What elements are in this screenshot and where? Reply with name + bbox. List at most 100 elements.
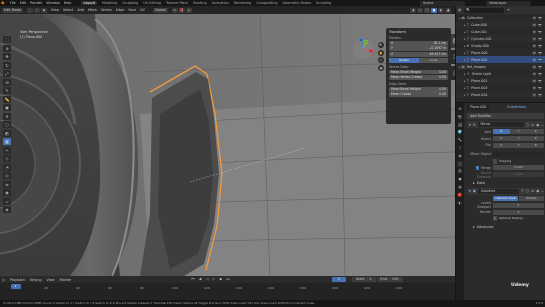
eye-icon[interactable]: 👁 [532, 79, 536, 83]
jump-start-icon[interactable]: ⏮ [190, 277, 196, 282]
mean-edge-bevel-field[interactable]: Mean Bevel Weight 0.00 [389, 86, 448, 92]
menu-file[interactable]: File [10, 1, 16, 5]
current-frame-field[interactable]: 1 [332, 277, 346, 282]
camera-icon[interactable]: 📷 [538, 65, 542, 69]
outliner-item[interactable]: ▸ ☀ Shield Light 👁 📷 [456, 70, 545, 77]
workspace-tab-rendering[interactable]: Rendering [234, 1, 251, 5]
camera-view-icon[interactable]: 🎥 [378, 57, 384, 63]
blender-logo-icon[interactable]: ◆ [1, 1, 7, 6]
optimal-display-checkbox[interactable]: ✓ [493, 216, 497, 222]
menu-face[interactable]: Face [128, 8, 136, 12]
properties-tab-world-icon[interactable]: ▽ [457, 145, 463, 151]
expand-arrow-icon[interactable]: ▸ [464, 30, 466, 34]
workspace-tab-uv-editing[interactable]: UV Editing [143, 1, 161, 5]
timeline-editor-icon[interactable]: ◷ [2, 278, 5, 282]
properties-tab-render-icon[interactable]: 📷 [457, 114, 463, 120]
camera-icon[interactable]: 📷 [538, 79, 542, 83]
scene-selector[interactable]: Scene [420, 0, 465, 6]
mode-selector[interactable]: Edit Mode [2, 7, 23, 13]
axis-x-toggle[interactable]: X [493, 129, 510, 135]
end-frame-field[interactable]: End 250 [376, 277, 403, 282]
proportional-edit-icon[interactable]: ◎ [185, 7, 192, 13]
expand-arrow-icon[interactable]: ▸ [464, 37, 466, 41]
navigation-gizmo[interactable]: X Y Z [352, 38, 374, 60]
camera-icon[interactable]: 📷 [538, 16, 542, 20]
outliner-item[interactable]: ▸ ▽ Plane.000 👁 📷 [456, 49, 545, 56]
menu-help[interactable]: Help [64, 1, 72, 5]
properties-tab-view-layer-icon[interactable]: 🌍 [457, 129, 463, 135]
outliner-item[interactable]: ▸ ▽ Plane.003 👁 📷 [456, 84, 545, 91]
menu-keying[interactable]: Keying [30, 278, 41, 282]
eye-icon[interactable]: 👁 [532, 44, 536, 48]
outliner-item[interactable]: ▸ ▽ Cube.001 👁 📷 [456, 28, 545, 35]
properties-tab-modifier-icon[interactable]: ⚛ [457, 160, 463, 167]
tool-smooth-icon[interactable]: ◎ [3, 172, 11, 179]
camera-icon[interactable]: 📷 [538, 44, 542, 48]
prev-keyframe-icon[interactable]: ◀ [197, 277, 203, 282]
eye-icon[interactable]: 👁 [532, 37, 536, 41]
data-expand-icon[interactable]: ▸ [473, 181, 475, 185]
properties-tab-scene-icon[interactable]: 🔧 [457, 137, 463, 143]
expand-arrow-icon[interactable]: ▸ [464, 93, 466, 97]
camera-icon[interactable]: 📷 [538, 23, 542, 27]
merge-checkbox[interactable]: ✓ [475, 166, 480, 170]
edge-select-icon[interactable]: / [33, 7, 40, 13]
zoom-icon[interactable]: 🔍 [378, 42, 384, 48]
expand-arrow-icon[interactable]: ▸ [464, 86, 466, 90]
menu-vertex[interactable]: Vertex [101, 8, 112, 12]
advanced-subpanel[interactable]: ▸ Advanced [467, 224, 544, 230]
expand-arrow-icon[interactable]: ▸ [464, 51, 466, 55]
camera-icon[interactable]: 📷 [538, 93, 542, 97]
tool-shrink-icon[interactable]: ◉ [3, 189, 11, 196]
catmull-clark-button[interactable]: Catmull-Clark [493, 196, 519, 202]
properties-tab-tool-icon[interactable]: ⚙ [457, 106, 463, 112]
workspace-tab-scripting[interactable]: Scripting [316, 1, 331, 5]
editmode-toggle-icon[interactable]: ▢ [526, 189, 529, 193]
menu-edit[interactable]: Edit [20, 1, 27, 5]
tool-knife-icon[interactable]: ✂ [3, 146, 11, 154]
bisect-distance-field[interactable]: 1 mm [493, 172, 544, 178]
flip-y-toggle[interactable]: Y [510, 142, 527, 148]
properties-tab-constraints-icon[interactable]: ▦ [457, 184, 463, 190]
outliner-item[interactable]: ▸ ▽ Plane.002 👁 📷 [456, 77, 545, 84]
camera-icon[interactable]: 📷 [538, 30, 542, 34]
menu-select[interactable]: Select [63, 8, 73, 12]
properties-tab-physics-icon[interactable]: ● [457, 176, 463, 182]
merge-distance-field[interactable]: 1 mm [493, 165, 544, 171]
subdivision-modifier-name[interactable]: Subdivis [477, 188, 520, 194]
on-cage-toggle-icon[interactable]: ▽ [521, 189, 524, 193]
collapse-arrow-icon[interactable]: ▾ [469, 123, 471, 127]
eye-icon[interactable]: 👁 [532, 30, 536, 34]
outliner-item[interactable]: ▸ ▽ Plane.004 👁 📷 [456, 91, 545, 98]
tool-poly-build-icon[interactable]: ◇ [3, 155, 11, 162]
start-frame-field[interactable]: Start 1 [352, 277, 376, 282]
mean-vertex-bevel-field[interactable]: Mean Bevel Weight 0.00 [389, 69, 448, 75]
add-modifier-button[interactable]: Add Modifier [467, 113, 544, 119]
mean-vertex-crease-field[interactable]: Mean Vertex Crease 0.00 [389, 75, 448, 80]
eye-icon[interactable]: 👁 [532, 93, 536, 97]
3d-viewport[interactable]: User Perspective (1) Plane.000 ⬚ ⊕ ✥ ↻ ⤢ ⊞ ✎ 📏 ▣… [0, 14, 455, 276]
eye-icon[interactable]: 👁 [532, 65, 536, 69]
viewport-toggle-icon[interactable]: ▭ [531, 189, 534, 193]
menu-window[interactable]: Window [46, 1, 59, 5]
outliner-item[interactable]: ▸ ▽ Cube.000 👁 📷 [456, 21, 545, 28]
workspace-tab-sculpting[interactable]: Sculpting [122, 1, 138, 5]
render-toggle-icon[interactable]: ◉ [536, 123, 539, 127]
outliner-search-input[interactable]: 🔍 [464, 7, 505, 13]
workspace-tab-texture-paint[interactable]: Texture Paint [166, 1, 188, 5]
data-subpanel[interactable]: ▸ Data [467, 180, 544, 186]
tool-bevel-icon[interactable]: ◩ [3, 129, 11, 137]
bisect-z-toggle[interactable]: Z [527, 136, 545, 142]
properties-tab-output-icon[interactable]: 🖼 [457, 122, 463, 128]
subdivision-modifier-header[interactable]: ▾ ▣ Subdivis ▽ ▢ ▭ ◉ ⌄ [467, 187, 544, 195]
jump-end-icon[interactable]: ⏭ [225, 277, 231, 282]
transform-orientation-select[interactable]: Global [152, 7, 168, 13]
expand-arrow-icon[interactable]: ▸ [464, 72, 466, 76]
menu-render[interactable]: Render [30, 1, 42, 5]
median-z-field[interactable]: Z 49.417 cm [389, 51, 448, 57]
mirror-modifier-header[interactable]: ▾ ⊟ Mirror ▢ ▭ ◉ ⌄ [467, 121, 544, 128]
tool-move-icon[interactable]: ✥ [3, 53, 11, 60]
menu-playback[interactable]: Playback [10, 278, 25, 282]
tool-add-cube-icon[interactable]: ▣ [3, 104, 11, 111]
eye-icon[interactable]: 👁 [532, 58, 536, 62]
